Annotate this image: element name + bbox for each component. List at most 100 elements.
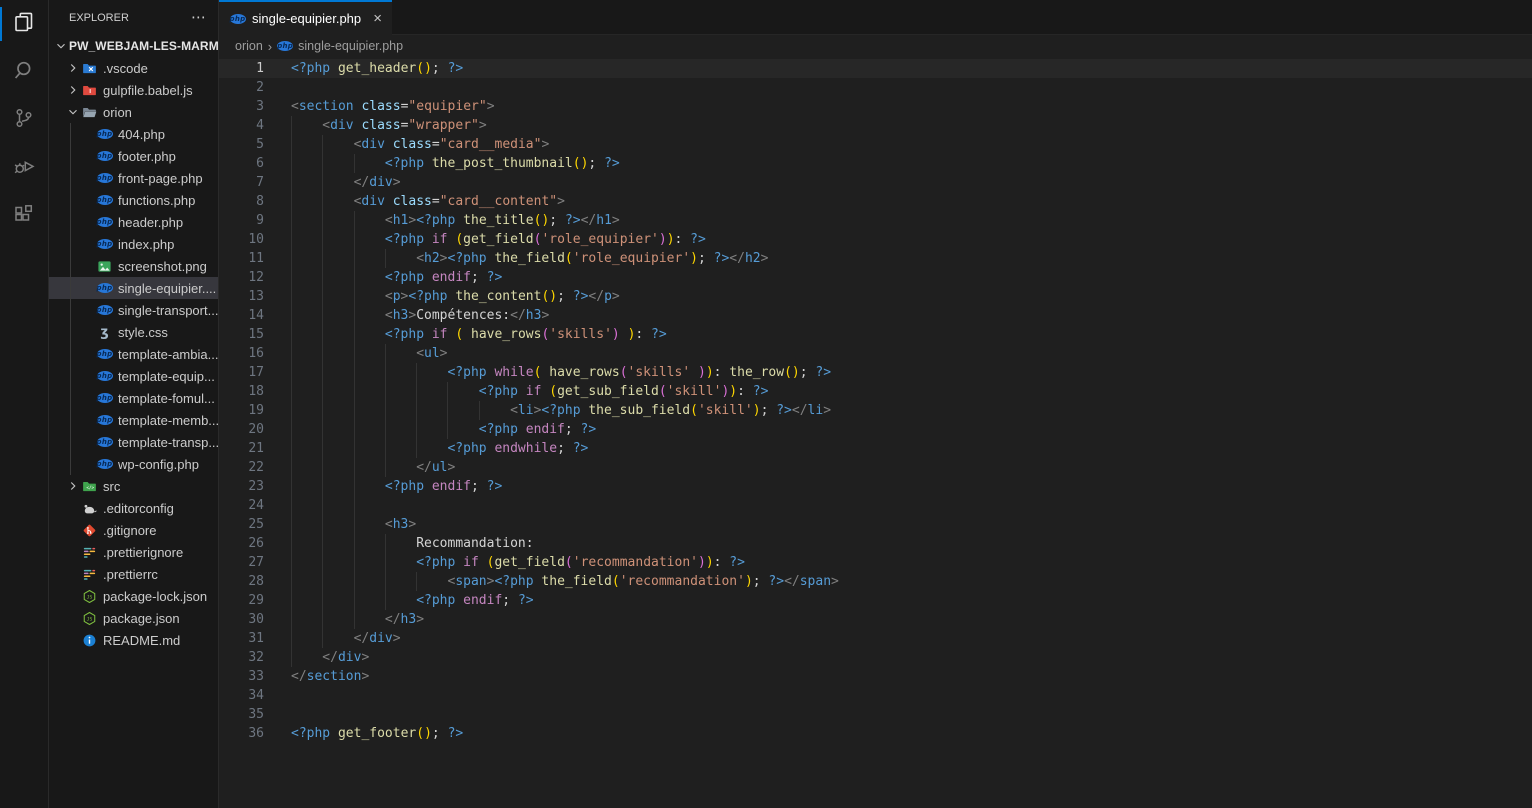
indent-guide	[354, 515, 385, 534]
indent-guide	[354, 591, 385, 610]
indent-guide	[354, 363, 385, 382]
tree-item-404-php[interactable]: php 404.php	[49, 123, 218, 145]
tree-item-footer-php[interactable]: phpfooter.php	[49, 145, 218, 167]
tab-single-equipier-php[interactable]: php single-equipier.php ×	[219, 0, 392, 35]
tab-title: single-equipier.php	[252, 11, 361, 26]
tree-item-orion[interactable]: orion	[49, 101, 218, 123]
line-number: 25	[219, 515, 264, 534]
line-number: 12	[219, 268, 264, 287]
code-line: 26Recommandation:	[219, 534, 1532, 553]
tree-item-template-transp[interactable]: phptemplate-transp...	[49, 431, 218, 453]
tree-item-header-php[interactable]: phpheader.php	[49, 211, 218, 233]
code-line: 12<?php endif; ?>	[219, 268, 1532, 287]
code-line-content: <h2><?php the_field('role_equipier'); ?>…	[291, 249, 768, 268]
tree-item-single-equipier[interactable]: phpsingle-equipier....	[49, 277, 218, 299]
indent-guide	[322, 591, 353, 610]
tree-item-gitignore[interactable]: .gitignore	[49, 519, 218, 541]
code-line-content: </div>	[291, 173, 401, 192]
tree-item-functions-php[interactable]: phpfunctions.php	[49, 189, 218, 211]
code-line-content: </div>	[291, 629, 401, 648]
code-line: 5<div class="card__media">	[219, 135, 1532, 154]
php-icon: php	[96, 434, 113, 450]
indent-guide	[291, 154, 322, 173]
activity-bar-item-run-debug[interactable]	[0, 144, 48, 192]
code-line-content: <?php if (get_sub_field('skill')): ?>	[291, 382, 768, 401]
tree-item-prettierrc[interactable]: .prettierrc	[49, 563, 218, 585]
code-line-content: <p><?php the_content(); ?></p>	[291, 287, 620, 306]
code-line: 16<ul>	[219, 344, 1532, 363]
chevron-right-icon[interactable]	[65, 478, 81, 494]
indent-guide	[385, 572, 416, 591]
indent-guide	[322, 382, 353, 401]
tree-item-editorconfig[interactable]: .editorconfig	[49, 497, 218, 519]
code-line: 29<?php endif; ?>	[219, 591, 1532, 610]
close-icon[interactable]: ×	[373, 11, 382, 26]
tree-item-label: front-page.php	[118, 171, 203, 186]
tree-item-front-page-php[interactable]: phpfront-page.php	[49, 167, 218, 189]
chevron-down-icon[interactable]	[65, 104, 81, 120]
indent-guide	[322, 401, 353, 420]
indent-guide	[354, 382, 385, 401]
chevron-down-icon	[53, 38, 69, 54]
breadcrumb-folder[interactable]: orion	[235, 39, 263, 53]
indent-guide	[447, 420, 478, 439]
indent-guide	[291, 629, 322, 648]
indent-guide	[385, 382, 416, 401]
tree-item-template-ambia[interactable]: phptemplate-ambia...	[49, 343, 218, 365]
tree-item-label: template-fomul...	[118, 391, 215, 406]
code-line-content: <span><?php the_field('recommandation');…	[291, 572, 839, 591]
root-folder-label: PW_WEBJAM-LES-MARME...	[69, 39, 218, 53]
code-line: 27<?php if (get_field('recommandation'))…	[219, 553, 1532, 572]
tree-item-package-json[interactable]: JSpackage.json	[49, 607, 218, 629]
indent-guide	[354, 420, 385, 439]
tree-item-template-fomul[interactable]: phptemplate-fomul...	[49, 387, 218, 409]
activity-bar-item-explorer[interactable]	[0, 0, 48, 48]
indent-guide	[447, 382, 478, 401]
php-icon: php	[96, 412, 113, 428]
tree-item-src[interactable]: </>src	[49, 475, 218, 497]
indent-guide	[322, 553, 353, 572]
indent-guide	[479, 401, 510, 420]
tree-item-single-transport[interactable]: phpsingle-transport....	[49, 299, 218, 321]
indent-guide	[291, 211, 322, 230]
line-number: 15	[219, 325, 264, 344]
code-line: 14<h3>Compétences:</h3>	[219, 306, 1532, 325]
code-line-content: <?php endif; ?>	[291, 591, 534, 610]
tree-item-gulpfile-babel-js[interactable]: gulpfile.babel.js	[49, 79, 218, 101]
git-icon	[81, 522, 98, 538]
php-icon: php	[96, 126, 113, 142]
code-line-content: <?php get_header(); ?>	[291, 59, 463, 78]
tree-item-prettierignore[interactable]: .prettierignore	[49, 541, 218, 563]
php-icon: php	[96, 148, 113, 164]
tree-item-style-css[interactable]: ʒstyle.css	[49, 321, 218, 343]
tree-item-label: 404.php	[118, 127, 165, 142]
search-icon	[12, 58, 36, 87]
indent-guide	[291, 287, 322, 306]
code-line-content: <?php endwhile; ?>	[291, 439, 588, 458]
tree-item-screenshot-png[interactable]: screenshot.png	[49, 255, 218, 277]
activity-bar-item-extensions[interactable]	[0, 192, 48, 240]
indent-guide	[291, 610, 322, 629]
tree-item-package-lock-json[interactable]: JSpackage-lock.json	[49, 585, 218, 607]
tree-item-template-equip[interactable]: phptemplate-equip...	[49, 365, 218, 387]
code-editor[interactable]: 1<?php get_header(); ?>23<section class=…	[219, 57, 1532, 808]
line-number: 8	[219, 192, 264, 211]
indent-guide	[354, 344, 385, 363]
chevron-right-icon[interactable]	[65, 82, 81, 98]
breadcrumb-file[interactable]: single-equipier.php	[298, 39, 403, 53]
tree-item-template-memb[interactable]: phptemplate-memb...	[49, 409, 218, 431]
more-actions-button[interactable]: ⋯	[189, 10, 208, 25]
code-line: 31</div>	[219, 629, 1532, 648]
activity-bar-item-search[interactable]	[0, 48, 48, 96]
activity-bar-item-source-control[interactable]	[0, 96, 48, 144]
chevron-right-icon[interactable]	[65, 60, 81, 76]
tree-item-label: .gitignore	[103, 523, 156, 538]
tree-item-wp-config-php[interactable]: phpwp-config.php	[49, 453, 218, 475]
code-line: 9<h1><?php the_title(); ?></h1>	[219, 211, 1532, 230]
indent-guide	[385, 553, 416, 572]
tree-item-vscode[interactable]: .vscode	[49, 57, 218, 79]
tree-item-label: index.php	[118, 237, 174, 252]
tree-root-folder[interactable]: PW_WEBJAM-LES-MARME...	[49, 35, 218, 57]
tree-item-index-php[interactable]: phpindex.php	[49, 233, 218, 255]
tree-item-readme-md[interactable]: README.md	[49, 629, 218, 651]
